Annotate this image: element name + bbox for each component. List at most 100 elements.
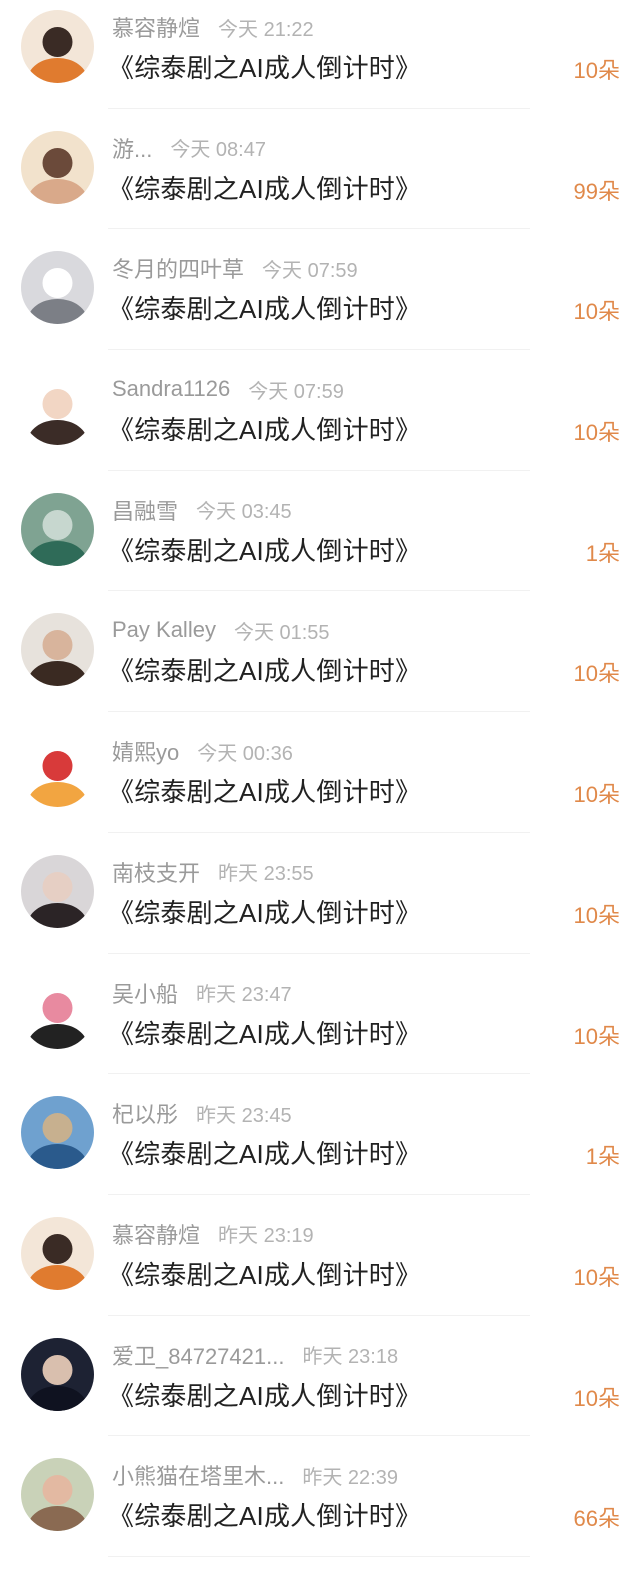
user-name[interactable]: Sandra1126 <box>112 376 230 402</box>
cat-avatar-icon[interactable] <box>21 251 94 325</box>
user-name[interactable]: 婧熙yo <box>112 735 179 767</box>
row-divider <box>108 590 530 592</box>
flower-count: 1朵 <box>585 540 620 566</box>
list-item[interactable]: Pay Kalley 今天 01:55 《综泰剧之AI成人倒计时》 10朵 <box>0 603 640 724</box>
entry-meta: 昌融雪 今天 03:45 <box>112 495 292 525</box>
list-item[interactable]: 小熊猫在塔里木... 昨天 22:39 《综泰剧之AI成人倒计时》 66朵 <box>0 1448 640 1569</box>
reward-list: 慕容静煊 今天 21:22 《综泰剧之AI成人倒计时》 10朵 游... 今天 08:47… <box>0 0 640 1569</box>
entry-meta: Pay Kalley 今天 01:55 <box>112 615 330 645</box>
man-portrait-avatar-icon[interactable] <box>21 854 94 928</box>
book-title: 《综泰剧之AI成人倒计时》 <box>108 415 422 446</box>
user-name[interactable]: 爱卫_84727421... <box>112 1339 284 1371</box>
man-dark-portrait-avatar-icon[interactable] <box>21 1337 94 1411</box>
timestamp: 昨天 23:55 <box>218 863 314 886</box>
list-item[interactable]: 吴小船 昨天 23:47 《综泰剧之AI成人倒计时》 10朵 <box>0 966 640 1087</box>
user-name[interactable]: 冬月的四叶草 <box>112 252 244 284</box>
flower-count: 10朵 <box>573 902 620 928</box>
user-name[interactable]: 杞以彤 <box>112 1097 178 1129</box>
flower-count: 10朵 <box>573 1264 620 1290</box>
timestamp: 昨天 22:39 <box>302 1466 398 1489</box>
user-name[interactable]: 游... <box>112 132 152 164</box>
list-item[interactable]: 昌融雪 今天 03:45 《综泰剧之AI成人倒计时》 1朵 <box>0 483 640 604</box>
list-item[interactable]: 杞以彤 昨天 23:45 《综泰剧之AI成人倒计时》 1朵 <box>0 1086 640 1207</box>
cartoon-character-avatar-icon[interactable] <box>21 975 94 1049</box>
row-divider <box>108 711 530 713</box>
book-title: 《综泰剧之AI成人倒计时》 <box>108 1018 422 1049</box>
entry-meta: Sandra1126 今天 07:59 <box>112 374 344 404</box>
timestamp: 昨天 23:47 <box>196 984 292 1006</box>
list-item[interactable]: 南枝支开 昨天 23:55 《综泰剧之AI成人倒计时》 10朵 <box>0 845 640 966</box>
row-divider <box>108 1314 530 1316</box>
timestamp: 今天 03:45 <box>196 501 292 524</box>
flower-count: 10朵 <box>573 1023 620 1049</box>
flower-count: 10朵 <box>573 782 620 808</box>
timestamp: 今天 00:36 <box>197 742 293 765</box>
book-title: 《综泰剧之AI成人倒计时》 <box>108 777 422 808</box>
flower-count: 10朵 <box>573 1385 620 1411</box>
timestamp: 今天 01:55 <box>233 621 330 644</box>
row-divider <box>108 349 530 351</box>
timestamp: 今天 07:59 <box>248 380 344 403</box>
entry-meta: 慕容静煊 今天 21:22 <box>112 12 314 42</box>
girl-photo-avatar-icon[interactable] <box>21 613 94 687</box>
row-divider <box>108 1435 530 1437</box>
row-divider <box>108 952 530 954</box>
book-title: 《综泰剧之AI成人倒计时》 <box>108 173 422 204</box>
row-divider <box>108 1193 530 1195</box>
cartoon-boy-avatar-icon[interactable] <box>21 372 94 446</box>
book-title: 《综泰剧之AI成人倒计时》 <box>108 535 422 566</box>
entry-meta: 南枝支开 昨天 23:55 <box>112 857 314 887</box>
book-title: 《综泰剧之AI成人倒计时》 <box>108 53 422 83</box>
entry-meta: 吴小船 昨天 23:47 <box>112 978 292 1008</box>
row-divider <box>108 469 530 471</box>
list-item[interactable]: 慕容静煊 昨天 23:19 《综泰剧之AI成人倒计时》 10朵 <box>0 1207 640 1328</box>
entry-meta: 婧熙yo 今天 00:36 <box>112 736 293 766</box>
list-item[interactable]: 游... 今天 08:47 《综泰剧之AI成人倒计时》 99朵 <box>0 121 640 242</box>
entry-meta: 慕容静煊 昨天 23:19 <box>112 1219 314 1249</box>
row-divider <box>108 228 530 230</box>
timestamp: 今天 07:59 <box>262 259 358 282</box>
baby-photo-avatar-icon[interactable] <box>21 1458 94 1532</box>
list-item[interactable]: 慕容静煊 今天 21:22 《综泰剧之AI成人倒计时》 10朵 <box>0 0 640 121</box>
timestamp: 昨天 23:45 <box>196 1104 292 1127</box>
row-divider <box>108 1073 530 1075</box>
user-name[interactable]: 小熊猫在塔里木... <box>112 1459 284 1491</box>
timestamp: 昨天 23:19 <box>218 1225 314 1248</box>
book-title: 《综泰剧之AI成人倒计时》 <box>108 1380 422 1411</box>
row-divider <box>108 1555 530 1557</box>
list-item[interactable]: 冬月的四叶草 今天 07:59 《综泰剧之AI成人倒计时》 10朵 <box>0 241 640 362</box>
user-name[interactable]: Pay Kalley <box>112 617 216 643</box>
flower-count: 10朵 <box>573 58 620 83</box>
entry-meta: 杞以彤 昨天 23:45 <box>112 1098 292 1128</box>
flower-count: 10朵 <box>573 299 620 325</box>
book-title: 《综泰剧之AI成人倒计时》 <box>108 897 422 928</box>
book-title: 《综泰剧之AI成人倒计时》 <box>108 656 422 687</box>
girl-in-orange-avatar-icon[interactable] <box>21 10 94 83</box>
user-name[interactable]: 慕容静煊 <box>112 1218 200 1250</box>
cartoon-dragon-avatar-icon[interactable] <box>21 734 94 808</box>
list-item[interactable]: 爱卫_84727421... 昨天 23:18 《综泰剧之AI成人倒计时》 10朵 <box>0 1328 640 1449</box>
girl-portrait-avatar-icon[interactable] <box>21 130 94 204</box>
user-name[interactable]: 昌融雪 <box>112 494 178 526</box>
flower-count: 10朵 <box>573 661 620 687</box>
timestamp: 今天 21:22 <box>218 18 314 41</box>
entry-meta: 小熊猫在塔里木... 昨天 22:39 <box>112 1460 398 1490</box>
lake-landscape-avatar-icon[interactable] <box>21 492 94 566</box>
user-name[interactable]: 慕容静煊 <box>112 11 200 43</box>
girl-in-orange-avatar-icon[interactable] <box>21 1216 94 1290</box>
user-name[interactable]: 吴小船 <box>112 977 178 1009</box>
list-item[interactable]: Sandra1126 今天 07:59 《综泰剧之AI成人倒计时》 10朵 <box>0 362 640 483</box>
timestamp: 昨天 23:18 <box>302 1346 399 1369</box>
flower-count: 1朵 <box>585 1144 620 1170</box>
mountain-lake-avatar-icon[interactable] <box>21 1096 94 1170</box>
list-item[interactable]: 婧熙yo 今天 00:36 《综泰剧之AI成人倒计时》 10朵 <box>0 724 640 845</box>
book-title: 《综泰剧之AI成人倒计时》 <box>108 1501 422 1532</box>
book-title: 《综泰剧之AI成人倒计时》 <box>108 294 422 325</box>
book-title: 《综泰剧之AI成人倒计时》 <box>108 1139 422 1170</box>
user-name[interactable]: 南枝支开 <box>112 856 200 888</box>
entry-meta: 冬月的四叶草 今天 07:59 <box>112 253 358 283</box>
row-divider <box>108 831 530 833</box>
flower-count: 66朵 <box>573 1506 620 1532</box>
book-title: 《综泰剧之AI成人倒计时》 <box>108 1259 422 1290</box>
timestamp: 今天 08:47 <box>170 139 266 162</box>
